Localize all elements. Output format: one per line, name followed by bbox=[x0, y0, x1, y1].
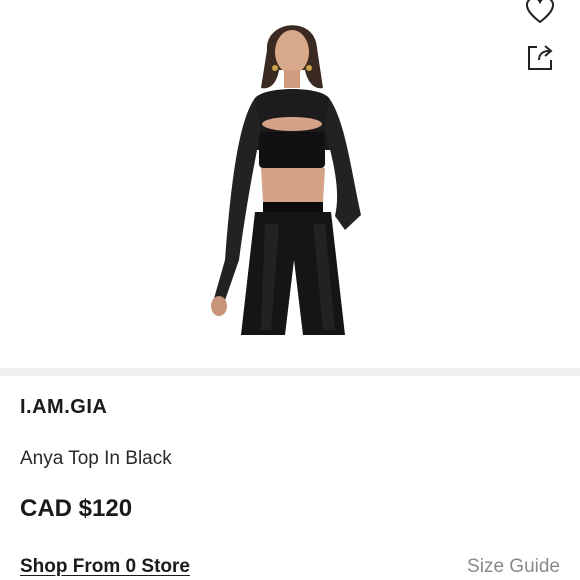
section-divider bbox=[0, 368, 580, 376]
heart-icon bbox=[525, 0, 555, 24]
shop-from-store-link[interactable]: Shop From 0 Store bbox=[20, 556, 190, 578]
wishlist-heart-button[interactable] bbox=[520, 0, 560, 28]
share-button[interactable] bbox=[522, 40, 558, 74]
product-image-area bbox=[0, 0, 580, 368]
brand-name: I.AM.GIA bbox=[20, 396, 108, 418]
size-guide-link[interactable]: Size Guide bbox=[467, 556, 560, 578]
product-photo bbox=[211, 25, 361, 335]
product-price: CAD $120 bbox=[20, 495, 133, 522]
share-icon bbox=[528, 45, 553, 70]
product-title: Anya Top In Black bbox=[20, 448, 172, 469]
